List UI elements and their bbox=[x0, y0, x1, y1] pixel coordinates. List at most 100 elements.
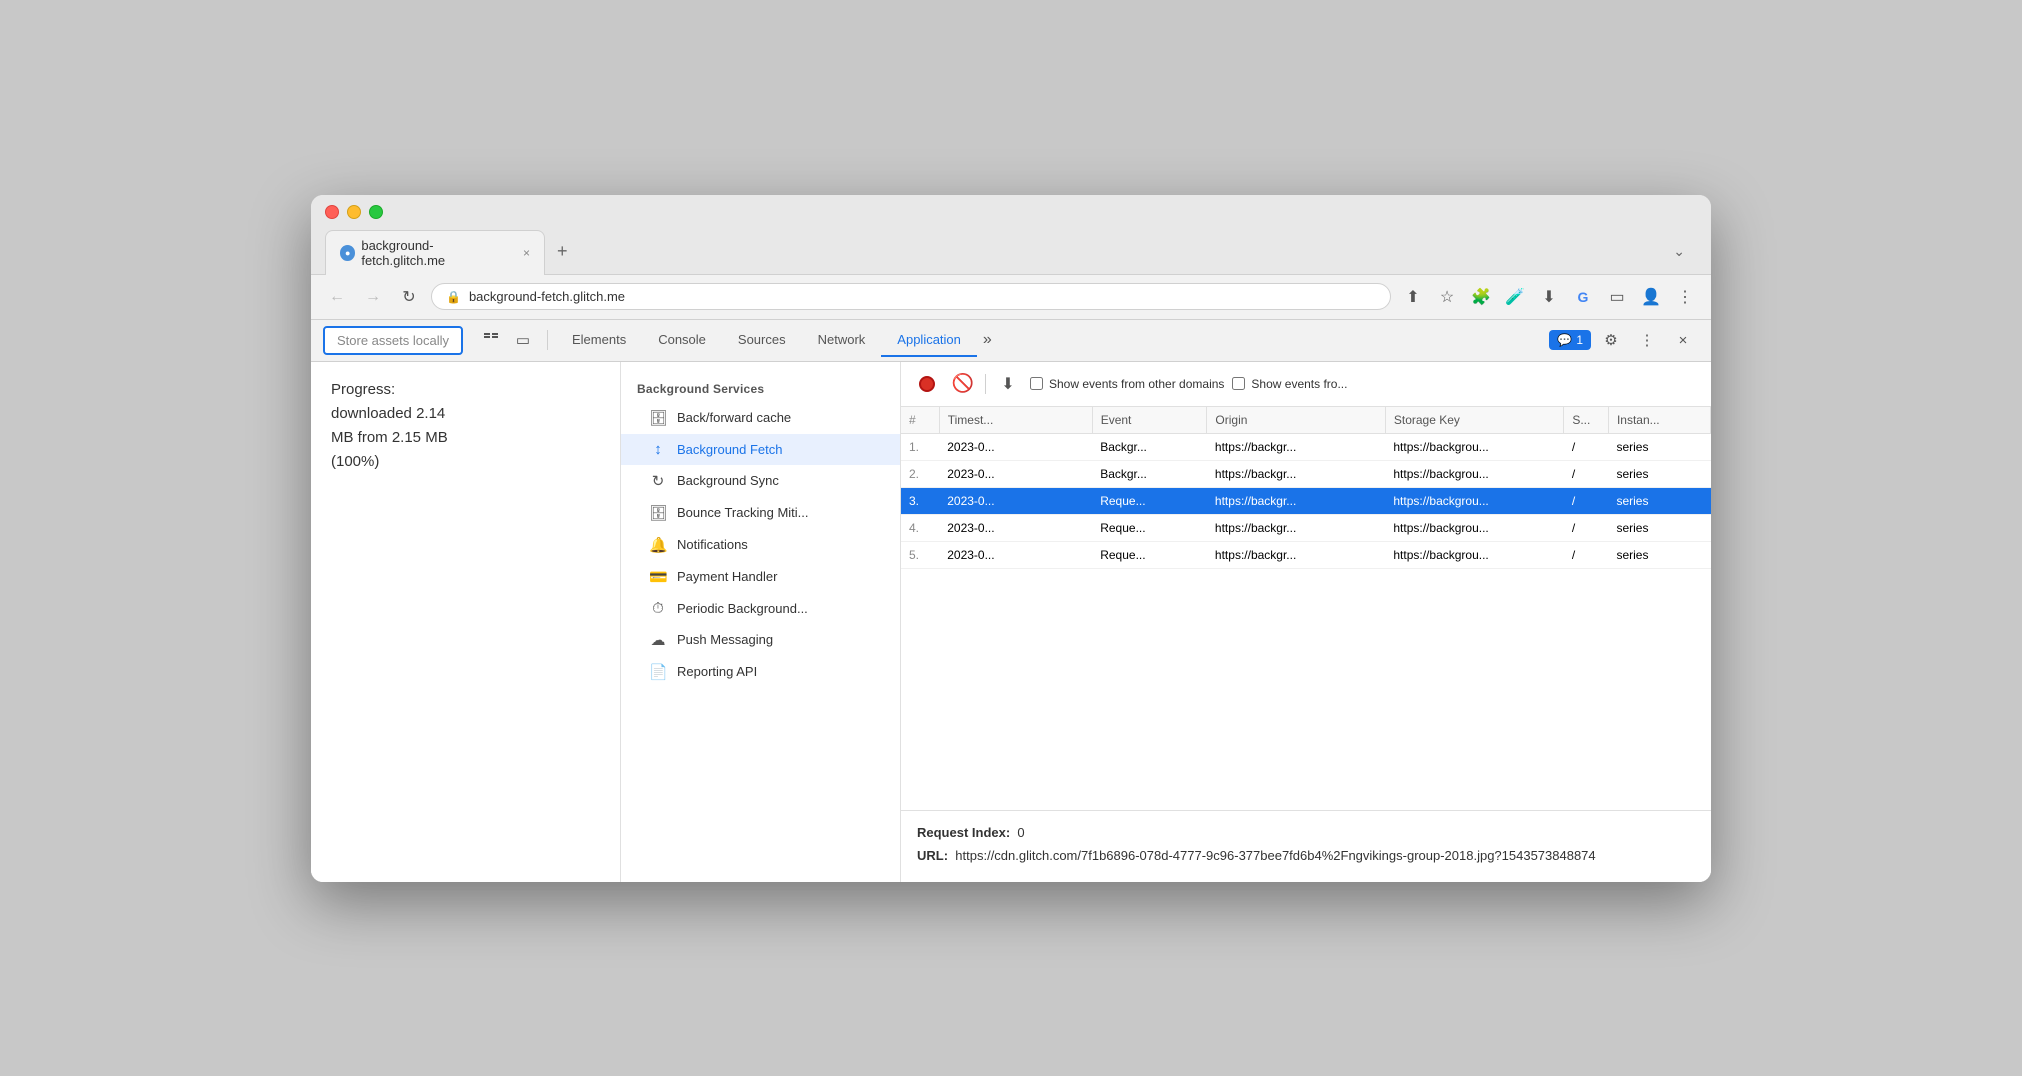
tab-close-btn[interactable]: × bbox=[523, 246, 530, 260]
tab-network[interactable]: Network bbox=[802, 324, 882, 357]
show-events2-checkbox-label[interactable]: Show events fro... bbox=[1232, 377, 1347, 391]
store-assets-button[interactable]: Store assets locally bbox=[323, 326, 463, 355]
share-icon[interactable]: ⬆ bbox=[1399, 283, 1427, 311]
table-row[interactable]: 3. 2023-0... Reque... https://backgr... … bbox=[901, 487, 1711, 514]
sidebar-item-periodic[interactable]: ⏱ Periodic Background... bbox=[621, 593, 900, 624]
sidebar-item-label: Push Messaging bbox=[677, 632, 773, 647]
more-tabs-btn[interactable]: » bbox=[977, 323, 998, 357]
tab-favicon: ● bbox=[340, 245, 355, 261]
message-count: 1 bbox=[1576, 333, 1583, 347]
extension-icon[interactable]: 🧩 bbox=[1467, 283, 1495, 311]
sidebar-item-payment[interactable]: 💳 Payment Handler bbox=[621, 561, 900, 593]
tab-application[interactable]: Application bbox=[881, 324, 977, 357]
download-events-button[interactable]: ⬇ bbox=[994, 370, 1022, 398]
push-icon: ☁ bbox=[649, 631, 667, 649]
cell-s: / bbox=[1564, 433, 1609, 460]
main-content: Progress: downloaded 2.14 MB from 2.15 M… bbox=[311, 362, 1711, 882]
detail-panel: Request Index: 0 URL: https://cdn.glitch… bbox=[901, 810, 1711, 882]
minimize-traffic-light[interactable] bbox=[347, 205, 361, 219]
cell-ts: 2023-0... bbox=[939, 541, 1092, 568]
tab-dropdown-btn[interactable]: ⌄ bbox=[1661, 236, 1697, 267]
profile-icon[interactable]: 👤 bbox=[1637, 283, 1665, 311]
show-events-checkbox[interactable] bbox=[1030, 377, 1043, 390]
cell-origin: https://backgr... bbox=[1207, 460, 1385, 487]
address-field[interactable]: 🔒 background-fetch.glitch.me bbox=[431, 283, 1391, 310]
clear-button[interactable]: 🚫 bbox=[949, 370, 977, 398]
table-row[interactable]: 4. 2023-0... Reque... https://backgr... … bbox=[901, 514, 1711, 541]
cell-ts: 2023-0... bbox=[939, 460, 1092, 487]
settings-icon[interactable]: ⚙ bbox=[1595, 324, 1627, 356]
progress-text: Progress: downloaded 2.14 MB from 2.15 M… bbox=[331, 378, 600, 474]
show-events2-checkbox[interactable] bbox=[1232, 377, 1245, 390]
tabs-row: ● background-fetch.glitch.me × + ⌄ bbox=[325, 229, 1697, 274]
cell-s: / bbox=[1564, 541, 1609, 568]
sidebar-item-label: Periodic Background... bbox=[677, 601, 808, 616]
cell-num: 5. bbox=[901, 541, 939, 568]
col-header-num: # bbox=[901, 407, 939, 434]
payment-icon: 💳 bbox=[649, 568, 667, 586]
sidebar-item-label: Back/forward cache bbox=[677, 410, 791, 425]
address-text: background-fetch.glitch.me bbox=[469, 289, 625, 304]
cursor-icon[interactable] bbox=[475, 324, 507, 356]
sidebar-item-label: Notifications bbox=[677, 537, 748, 552]
sidebar-item-label: Background Fetch bbox=[677, 442, 783, 457]
maximize-traffic-light[interactable] bbox=[369, 205, 383, 219]
col-header-s: S... bbox=[1564, 407, 1609, 434]
flask-icon[interactable]: 🧪 bbox=[1501, 283, 1529, 311]
col-header-inst: Instan... bbox=[1608, 407, 1710, 434]
tab-sources[interactable]: Sources bbox=[722, 324, 802, 357]
sidebar-item-notifications[interactable]: 🔔 Notifications bbox=[621, 529, 900, 561]
sidebar-item-bgfetch[interactable]: ↕ Background Fetch bbox=[621, 434, 900, 465]
bookmark-icon[interactable]: ☆ bbox=[1433, 283, 1461, 311]
table-row[interactable]: 2. 2023-0... Backgr... https://backgr...… bbox=[901, 460, 1711, 487]
cell-event: Reque... bbox=[1092, 487, 1207, 514]
devtools-close-icon[interactable]: × bbox=[1667, 324, 1699, 356]
progress-line1: Progress: bbox=[331, 381, 395, 398]
table-row[interactable]: 1. 2023-0... Backgr... https://backgr...… bbox=[901, 433, 1711, 460]
sidebar-item-bgsync[interactable]: ↻ Background Sync bbox=[621, 465, 900, 497]
backforward-icon: 🗄 bbox=[649, 409, 667, 427]
panel-separator bbox=[985, 374, 986, 394]
table-row[interactable]: 5. 2023-0... Reque... https://backgr... … bbox=[901, 541, 1711, 568]
sidebar-item-backforward[interactable]: 🗄 Back/forward cache bbox=[621, 402, 900, 434]
col-header-event: Event bbox=[1092, 407, 1207, 434]
cell-inst: series bbox=[1608, 541, 1710, 568]
cell-event: Backgr... bbox=[1092, 460, 1207, 487]
responsive-icon[interactable]: ▭ bbox=[507, 324, 539, 356]
reload-button[interactable]: ↻ bbox=[395, 283, 423, 311]
devtools-more-icon[interactable]: ⋮ bbox=[1631, 324, 1663, 356]
bgsync-icon: ↻ bbox=[649, 472, 667, 490]
table-header-row: # Timest... Event Origin Storage Key S..… bbox=[901, 407, 1711, 434]
browser-more-icon[interactable]: ⋮ bbox=[1671, 283, 1699, 311]
sidebar-item-bounce[interactable]: 🗄 Bounce Tracking Miti... bbox=[621, 497, 900, 529]
browser-tab[interactable]: ● background-fetch.glitch.me × bbox=[325, 230, 545, 275]
message-badge[interactable]: 💬 1 bbox=[1549, 330, 1591, 350]
tab-title: background-fetch.glitch.me bbox=[361, 238, 511, 268]
tab-console[interactable]: Console bbox=[642, 324, 722, 357]
events-data-table: # Timest... Event Origin Storage Key S..… bbox=[901, 407, 1711, 569]
new-tab-button[interactable]: + bbox=[545, 234, 580, 269]
cell-ts: 2023-0... bbox=[939, 487, 1092, 514]
forward-button[interactable]: → bbox=[359, 283, 387, 311]
download-icon[interactable]: ⬇ bbox=[1535, 283, 1563, 311]
close-traffic-light[interactable] bbox=[325, 205, 339, 219]
bgfetch-icon: ↕ bbox=[649, 441, 667, 458]
layout-icon[interactable]: ▭ bbox=[1603, 283, 1631, 311]
tab-elements[interactable]: Elements bbox=[556, 324, 642, 357]
devtools-right: 💬 1 ⚙ ⋮ × bbox=[1549, 324, 1699, 356]
cell-event: Reque... bbox=[1092, 541, 1207, 568]
sidebar-item-reporting[interactable]: 📄 Reporting API bbox=[621, 656, 900, 688]
reporting-icon: 📄 bbox=[649, 663, 667, 681]
cell-inst: series bbox=[1608, 487, 1710, 514]
record-button[interactable] bbox=[913, 370, 941, 398]
cell-storkey: https://backgrou... bbox=[1385, 487, 1563, 514]
col-header-origin: Origin bbox=[1207, 407, 1385, 434]
back-button[interactable]: ← bbox=[323, 283, 351, 311]
cell-inst: series bbox=[1608, 433, 1710, 460]
browser-window: ● background-fetch.glitch.me × + ⌄ ← → ↻… bbox=[311, 195, 1711, 882]
google-icon[interactable]: G bbox=[1569, 283, 1597, 311]
sidebar-item-push[interactable]: ☁ Push Messaging bbox=[621, 624, 900, 656]
events-table: # Timest... Event Origin Storage Key S..… bbox=[901, 407, 1711, 810]
show-events-checkbox-label[interactable]: Show events from other domains bbox=[1030, 377, 1224, 391]
bounce-icon: 🗄 bbox=[649, 504, 667, 522]
